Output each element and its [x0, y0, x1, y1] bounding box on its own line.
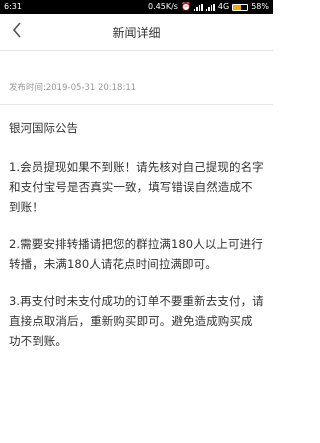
- signal-icon: [193, 3, 203, 11]
- paragraph: 1.会员提现如果不到账！请先核对自己提现的名字和支付宝号是否真实一致，填写错误自…: [9, 160, 264, 214]
- chevron-left-icon: [12, 22, 22, 42]
- publish-time: 发布时间:2019-05-31 20:18:11: [9, 83, 137, 93]
- paragraph: 2.需要安排转播请把您的群拉满180人以上可进行转播，未满180人请花点时间拉满…: [9, 237, 263, 271]
- signal-2-icon: [205, 3, 215, 11]
- status-time: 6:31: [4, 2, 22, 11]
- notice-title: 银河国际公告: [9, 121, 78, 135]
- battery-percent: 58%: [251, 2, 269, 11]
- page-title: 新闻详细: [112, 25, 161, 40]
- paragraph: 3.再支付时未支付成功的订单不要重新去支付，请直接点取消后，重新购买即可。避免造…: [9, 294, 264, 348]
- back-button[interactable]: [8, 22, 26, 42]
- status-bar: 6:31 0.45K/s ⏰ 4G 58%: [0, 0, 273, 14]
- battery-fill: [233, 4, 242, 10]
- battery-icon: [232, 3, 249, 11]
- article-body: 银河国际公告 1.会员提现如果不到账！请先核对自己提现的名字和支付宝号是否真实一…: [0, 105, 273, 351]
- network-type: 4G: [217, 2, 230, 11]
- nav-bar: 新闻详细: [0, 14, 273, 51]
- status-indicators: 0.45K/s ⏰ 4G 58%: [148, 0, 269, 14]
- alarm-icon: ⏰: [180, 2, 191, 11]
- network-speed: 0.45K/s: [148, 2, 178, 11]
